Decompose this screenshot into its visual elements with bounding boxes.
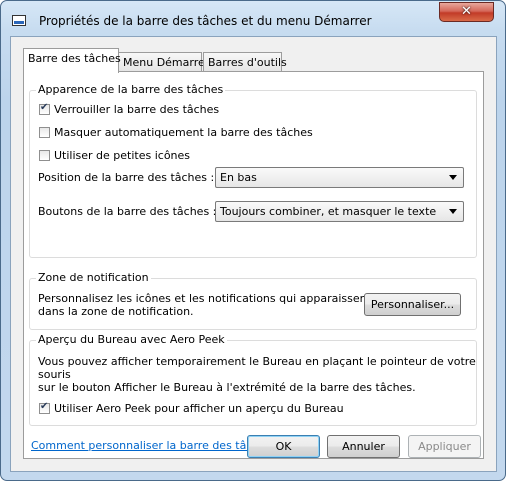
buttons-select[interactable]: Toujours combiner, et masquer le texte [215,201,464,222]
aero-peek-legend: Aperçu du Bureau avec Aero Peek [36,333,227,346]
small-icons-label: Utiliser de petites icônes [54,149,191,162]
chevron-down-icon [449,175,457,180]
notification-line-2: dans la zone de notification. [38,305,194,318]
autohide-label: Masquer automatiquement la barre des tâc… [54,126,313,139]
tab-taskbar[interactable]: Barre des tâches [23,48,121,73]
lock-taskbar-row[interactable]: Verrouiller la barre des tâches [39,102,220,116]
appearance-legend: Apparence de la barre des tâches [36,83,226,96]
apply-button[interactable]: Appliquer [408,435,481,458]
autohide-checkbox[interactable] [39,127,50,138]
aero-peek-checkbox[interactable] [39,401,50,414]
aero-peek-row[interactable]: Utiliser Aero Peek pour afficher un aper… [39,401,344,415]
aero-peek-label: Utiliser Aero Peek pour afficher un aper… [54,402,344,415]
buttons-value: Toujours combiner, et masquer le texte [220,205,437,218]
notification-description: Personnalisez les icônes et les notifica… [38,292,371,318]
customize-button[interactable]: Personnaliser... [364,293,461,316]
window-title: Propriétés de la barre des tâches et du … [39,14,372,28]
close-button[interactable]: ✕ [439,2,494,22]
chevron-down-icon [449,209,457,214]
notification-legend: Zone de notification [36,271,151,284]
cancel-button[interactable]: Annuler [327,435,400,458]
buttons-label: Boutons de la barre des tâches : [38,205,217,218]
aero-peek-line-2: sur le bouton Afficher le Bureau à l'ext… [38,381,416,394]
dialog-window: Propriétés de la barre des tâches et du … [0,0,506,481]
appearance-group: Apparence de la barre des tâches Verroui… [29,83,477,258]
close-icon: ✕ [461,4,472,19]
tab-panel-taskbar: Apparence de la barre des tâches Verroui… [23,71,484,459]
tab-start-menu[interactable]: Menu Démarrer [118,52,209,72]
autohide-row[interactable]: Masquer automatiquement la barre des tâc… [39,126,313,139]
position-label: Position de la barre des tâches : [38,171,215,184]
small-icons-row[interactable]: Utiliser de petites icônes [39,149,190,162]
title-bar[interactable]: Propriétés de la barre des tâches et du … [1,1,505,37]
aero-peek-description: Vous pouvez afficher temporairement le B… [38,355,476,394]
position-value: En bas [220,171,257,184]
small-icons-checkbox[interactable] [39,150,50,161]
aero-peek-line-1: Vous pouvez afficher temporairement le B… [38,355,476,381]
lock-taskbar-label: Verrouiller la barre des tâches [54,103,220,116]
tab-toolbars[interactable]: Barres d'outils [203,52,287,72]
dialog-client-area: Barre des tâches Menu Démarrer Barres d'… [10,36,497,472]
aero-peek-group: Aperçu du Bureau avec Aero Peek Vous pou… [29,333,477,426]
taskbar-properties-icon [12,15,26,26]
lock-taskbar-checkbox[interactable] [39,102,50,115]
ok-button[interactable]: OK [247,435,320,458]
notification-group: Zone de notification Personnalisez les i… [29,271,477,330]
help-link[interactable]: Comment personnaliser la barre des tâche… [31,439,281,452]
notification-line-1: Personnalisez les icônes et les notifica… [38,292,371,305]
position-select[interactable]: En bas [215,167,464,188]
